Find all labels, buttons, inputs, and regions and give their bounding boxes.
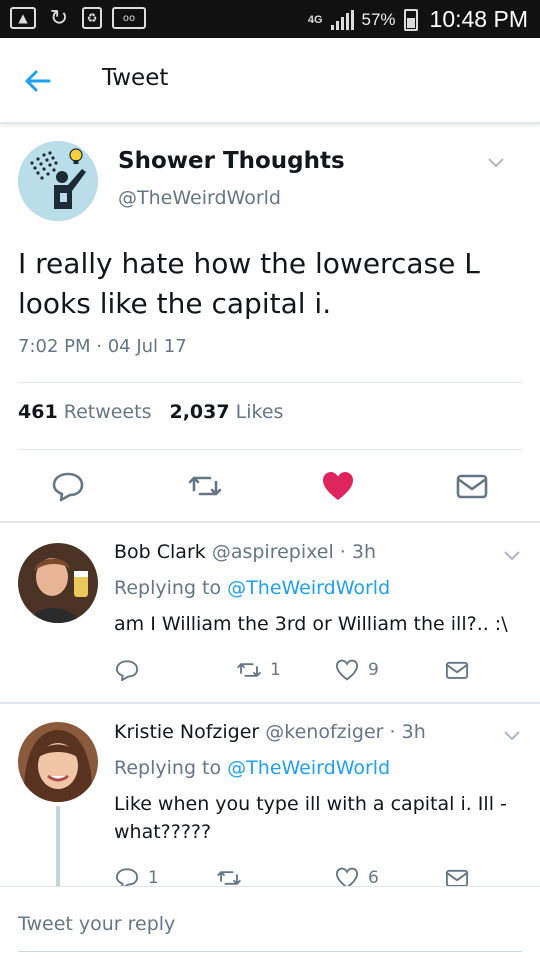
reply-count: 1	[148, 868, 159, 888]
replying-to: Replying to @TheWeirdWorld	[114, 757, 390, 779]
retweet-icon[interactable]	[187, 468, 223, 504]
thread-line	[56, 806, 60, 888]
replying-to-link[interactable]: @TheWeirdWorld	[227, 757, 390, 779]
battery-icon	[403, 8, 418, 31]
message-icon	[445, 661, 469, 679]
voicemail-icon: oo	[112, 7, 146, 29]
replying-prefix: Replying to	[114, 757, 222, 779]
like-count: 9	[368, 660, 379, 680]
avatar[interactable]	[18, 141, 98, 221]
message-icon[interactable]	[454, 468, 490, 504]
page-title: Tweet	[102, 65, 169, 91]
heart-filled-icon[interactable]	[320, 468, 356, 504]
retweets-stat[interactable]: 461 Retweets	[18, 401, 151, 423]
likes-label: Likes	[235, 401, 284, 423]
message-action[interactable]	[444, 657, 470, 683]
clock: 10:48 PM	[429, 6, 528, 32]
chevron-down-icon[interactable]	[503, 550, 521, 562]
author-name[interactable]: Shower Thoughts	[118, 148, 345, 174]
chevron-down-icon[interactable]	[487, 157, 505, 169]
like-count: 6	[368, 868, 379, 888]
reply-age: 3h	[401, 721, 426, 743]
avatar-photo	[18, 543, 98, 623]
reply-author[interactable]: Bob Clark @aspirepixel · 3h	[114, 541, 376, 563]
sync-icon: ↻	[49, 5, 69, 31]
reply-input[interactable]: Tweet your reply	[18, 913, 175, 935]
tweet-time: 7:02 PM	[18, 336, 91, 357]
back-arrow-icon[interactable]	[22, 66, 52, 96]
avatar[interactable]	[18, 543, 98, 623]
chevron-down-icon[interactable]	[503, 730, 521, 742]
reply-text: Like when you type ill with a capital i.…	[114, 793, 507, 843]
reply-icon[interactable]	[50, 468, 86, 504]
replying-to-link[interactable]: @TheWeirdWorld	[227, 577, 390, 599]
reply-text: am I William the 3rd or William the ill?…	[114, 613, 508, 635]
reply-action[interactable]	[114, 657, 140, 683]
reply-icon	[115, 660, 139, 682]
network-type: 4G	[307, 13, 323, 26]
likes-stat[interactable]: 2,037 Likes	[169, 401, 283, 423]
gallery-icon: ▲	[10, 7, 36, 29]
reply-age-separator: ·	[389, 721, 402, 743]
likes-count: 2,037	[169, 401, 230, 423]
avatar-photo	[18, 722, 98, 802]
reply-name: Kristie Nofziger	[114, 721, 260, 743]
retweet-action[interactable]: 1	[236, 657, 281, 683]
heart-icon	[335, 659, 359, 681]
signal-icon	[330, 9, 354, 30]
tweet-text: I really hate how the lowercase L looks …	[18, 247, 480, 320]
reply-author[interactable]: Kristie Nofziger @kenofziger · 3h	[114, 721, 426, 743]
divider	[0, 521, 540, 523]
replying-prefix: Replying to	[114, 577, 222, 599]
reply-name: Bob Clark	[114, 541, 206, 563]
app-bar: Tweet	[0, 38, 540, 124]
meta-separator: ·	[96, 336, 108, 357]
tweet-date: 04 Jul 17	[107, 336, 187, 357]
retweet-count: 1	[270, 660, 281, 680]
battery-percent: 57%	[361, 9, 396, 29]
divider	[18, 449, 522, 450]
like-action[interactable]: 9	[334, 657, 379, 683]
reply-handle: @kenofziger	[265, 721, 384, 743]
reply-handle: @aspirepixel	[211, 541, 334, 563]
retweet-icon	[237, 663, 261, 677]
retweets-label: Retweets	[63, 401, 152, 423]
divider	[0, 702, 540, 704]
reply-age: 3h	[351, 541, 377, 563]
avatar[interactable]	[18, 722, 98, 802]
reply-age-separator: ·	[339, 541, 352, 563]
notification-icons: ▲ ↻ ♻ oo	[10, 5, 146, 31]
status-bar: ▲ ↻ ♻ oo 4G 57% 10:48 PM	[0, 0, 540, 38]
tweet-timestamp: 7:02 PM · 04 Jul 17	[18, 336, 187, 357]
shower-logo-icon	[18, 141, 98, 221]
input-underline	[18, 951, 522, 952]
tweet-stats: 461 Retweets 2,037 Likes	[18, 401, 283, 423]
divider	[18, 382, 522, 383]
author-handle[interactable]: @TheWeirdWorld	[118, 187, 281, 209]
tweet-actions	[0, 468, 540, 504]
recycle-icon: ♻	[82, 7, 102, 29]
replying-to: Replying to @TheWeirdWorld	[114, 577, 390, 599]
reply-composer: Tweet your reply	[0, 886, 540, 960]
retweets-count: 461	[18, 401, 58, 423]
